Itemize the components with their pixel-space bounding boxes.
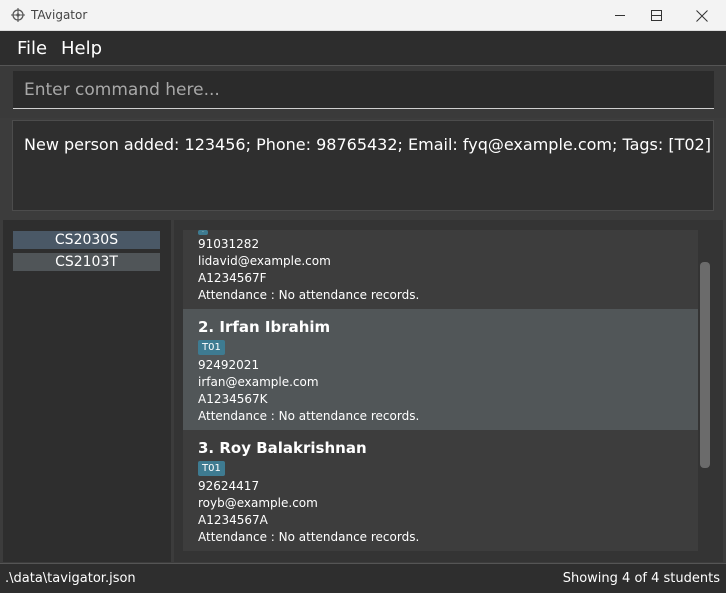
result-message: New person added: 123456; Phone: 9876543…	[24, 135, 711, 154]
person-id: A1234567K	[198, 392, 268, 406]
person-phone: 92624417	[198, 479, 260, 493]
person-id: A1234567F	[198, 271, 267, 285]
result-display: New person added: 123456; Phone: 9876543…	[12, 120, 714, 211]
close-icon	[696, 10, 708, 22]
menu-bar: File Help	[0, 31, 726, 66]
course-item-cs2103t[interactable]: CS2103T	[13, 253, 160, 271]
course-label: CS2103T	[55, 254, 118, 270]
window-close[interactable]	[679, 0, 725, 31]
course-list-panel	[3, 220, 171, 562]
status-bar: .\data\tavigator.json Showing 4 of 4 stu…	[0, 563, 726, 593]
course-label: CS2030S	[54, 232, 119, 248]
person-phone: 92492021	[198, 358, 260, 372]
app-compass-icon	[11, 8, 25, 22]
person-attendance: Attendance : No attendance records.	[198, 409, 420, 423]
maximize-icon	[651, 10, 662, 21]
person-list[interactable]: T01 91031282 lidavid@example.com A123456…	[183, 230, 698, 551]
person-email: royb@example.com	[198, 496, 318, 510]
person-name: 2. Irfan Ibrahim	[198, 318, 331, 336]
window-title: TAvigator	[31, 8, 88, 22]
course-item-cs2030s[interactable]: CS2030S	[13, 231, 160, 249]
person-attendance: Attendance : No attendance records.	[198, 530, 420, 544]
menu-help[interactable]: Help	[61, 38, 102, 59]
status-file-path: .\data\tavigator.json	[5, 571, 136, 586]
person-card[interactable]: T01 91031282 lidavid@example.com A123456…	[183, 230, 698, 309]
tag-badge: T01	[198, 230, 208, 235]
tag-badge: T01	[198, 461, 225, 476]
person-email: lidavid@example.com	[198, 254, 331, 268]
menu-file[interactable]: File	[17, 38, 47, 59]
status-count: Showing 4 of 4 students	[562, 571, 720, 586]
person-id: A1234567A	[198, 513, 268, 527]
person-email: irfan@example.com	[198, 375, 319, 389]
person-attendance: Attendance : No attendance records.	[198, 288, 420, 302]
person-name: 3. Roy Balakrishnan	[198, 439, 367, 457]
person-phone: 91031282	[198, 237, 260, 251]
command-input[interactable]	[13, 71, 714, 109]
person-card[interactable]: 3. Roy Balakrishnan T01 92624417 royb@ex…	[183, 430, 698, 551]
person-card-selected[interactable]: 2. Irfan Ibrahim T01 92492021 irfan@exam…	[183, 309, 698, 430]
tag-badge: T01	[198, 340, 225, 355]
window-maximize[interactable]	[633, 0, 679, 31]
person-list-scrollbar[interactable]	[700, 262, 710, 468]
